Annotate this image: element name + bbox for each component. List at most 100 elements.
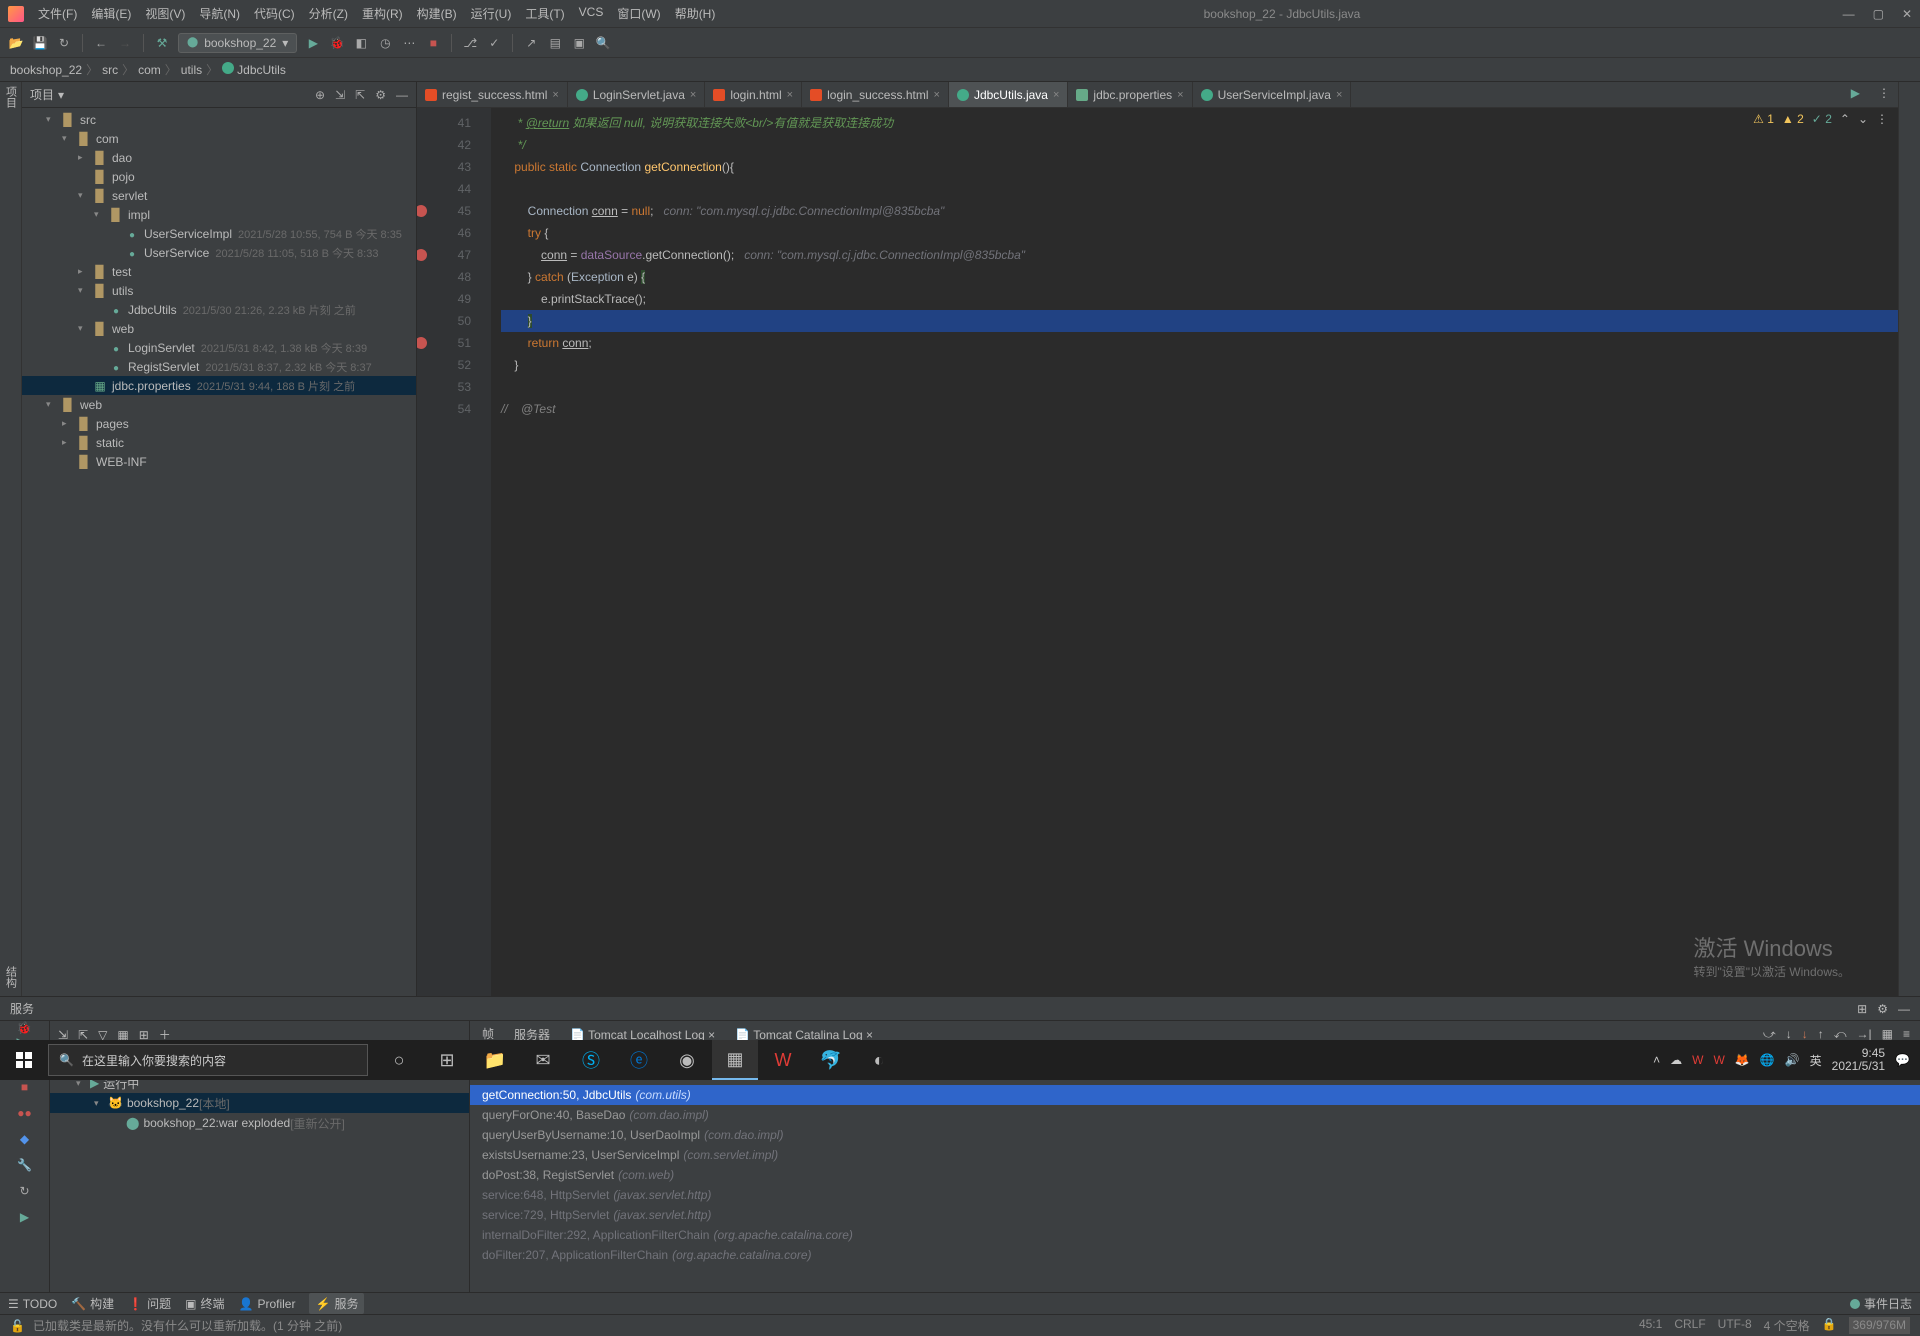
structure-tool-button[interactable]: 结构	[3, 966, 19, 988]
indent[interactable]: 4 个空格	[1764, 1317, 1810, 1334]
menu-item[interactable]: 构建(B)	[411, 2, 463, 25]
taskbar-search[interactable]: 🔍 在这里输入你要搜索的内容	[48, 1044, 368, 1076]
menu-item[interactable]: 窗口(W)	[611, 2, 666, 25]
explorer-icon[interactable]: 📁	[472, 1040, 518, 1080]
clock[interactable]: 9:45 2021/5/31	[1832, 1047, 1885, 1073]
debug-icon[interactable]: 🐞	[329, 35, 345, 51]
menu-item[interactable]: VCS	[573, 2, 610, 25]
menu-item[interactable]: 代码(C)	[248, 2, 301, 25]
lock-icon[interactable]: 🔓	[10, 1319, 25, 1333]
editor-tab[interactable]: LoginServlet.java×	[568, 82, 706, 107]
stack-frame[interactable]: getConnection:50, JdbcUtils(com.utils)	[470, 1085, 1920, 1105]
tree-item[interactable]: ▸▉test	[22, 262, 416, 281]
settings-icon[interactable]: 🔧	[17, 1157, 33, 1173]
menu-item[interactable]: 工具(T)	[519, 2, 570, 25]
project-tool-button[interactable]: 项目	[3, 86, 19, 108]
mute-bp-icon[interactable]: ◆	[17, 1131, 33, 1147]
back-icon[interactable]: ←	[93, 35, 109, 51]
tree-item[interactable]: ▾▉impl	[22, 205, 416, 224]
reload-icon[interactable]: ↻	[17, 1183, 33, 1199]
fold-gutter[interactable]	[477, 108, 491, 996]
tray-icon[interactable]: W	[1713, 1053, 1724, 1067]
intellij-icon[interactable]: ▦	[712, 1040, 758, 1080]
editor-tab[interactable]: JdbcUtils.java×	[949, 82, 1068, 107]
structure-icon[interactable]: ▤	[547, 35, 563, 51]
update-icon[interactable]: ↗	[523, 35, 539, 51]
notifications-icon[interactable]: 💬	[1895, 1053, 1910, 1067]
tree-item[interactable]: ▾▉src	[22, 110, 416, 129]
tree-item[interactable]: ▸▉pages	[22, 414, 416, 433]
run-gutter-icon[interactable]: ▶	[1841, 82, 1870, 107]
stack-frame[interactable]: existsUsername:23, UserServiceImpl(com.s…	[470, 1145, 1920, 1165]
event-log-button[interactable]: 事件日志	[1864, 1295, 1912, 1312]
coverage-icon[interactable]: ◧	[353, 35, 369, 51]
run-icon[interactable]: ▶	[305, 35, 321, 51]
stack-frame[interactable]: doFilter:207, ApplicationFilterChain(org…	[470, 1245, 1920, 1265]
encoding[interactable]: UTF-8	[1718, 1317, 1752, 1334]
editor-body[interactable]: ⚠ 1 ▲ 2 ✓ 2 ⌃ ⌄ ⋮ 4142434445464748495051…	[417, 108, 1898, 996]
menu-item[interactable]: 分析(Z)	[303, 2, 354, 25]
stop-icon[interactable]: ■	[17, 1079, 33, 1095]
tree-item[interactable]: ●LoginServlet2021/5/31 8:42, 1.38 kB 今天 …	[22, 338, 416, 357]
volume-icon[interactable]: 🔊	[1785, 1053, 1800, 1067]
skype-icon[interactable]: Ⓢ	[568, 1040, 614, 1080]
breakpoint-icon[interactable]	[417, 337, 427, 349]
readonly-icon[interactable]: 🔒	[1822, 1317, 1837, 1334]
search-icon[interactable]: 🔍	[595, 35, 611, 51]
breadcrumb-item[interactable]: utils	[181, 63, 202, 77]
stack-frame[interactable]: queryUserByUsername:10, UserDaoImpl(com.…	[470, 1125, 1920, 1145]
tree-item[interactable]: ●UserServiceImpl2021/5/28 10:55, 754 B 今…	[22, 224, 416, 243]
tree-item[interactable]: ▸▉static	[22, 433, 416, 452]
breadcrumb-item[interactable]: com	[138, 63, 161, 77]
todo-tab[interactable]: ☰ TODO	[8, 1297, 57, 1311]
breadcrumb-item[interactable]: JdbcUtils	[222, 62, 286, 77]
close-icon[interactable]: ✕	[1902, 7, 1912, 21]
stack-frame[interactable]: queryForOne:40, BaseDao(com.dao.impl)	[470, 1105, 1920, 1125]
gear-icon[interactable]: ⚙	[375, 88, 386, 102]
run-config-combo[interactable]: ⬤ bookshop_22 ▾	[178, 33, 297, 53]
problems-tab[interactable]: ❗ 问题	[128, 1295, 171, 1312]
stack-frame[interactable]: doPost:38, RegistServlet(com.web)	[470, 1165, 1920, 1185]
commit-icon[interactable]: ✓	[486, 35, 502, 51]
close-tab-icon[interactable]: ×	[1053, 89, 1059, 101]
more-icon[interactable]: ▣	[571, 35, 587, 51]
code-editor[interactable]: * @return 如果返回 null, 说明获取连接失败<br/>有值就是获取…	[491, 108, 1898, 996]
breadcrumb-item[interactable]: bookshop_22	[10, 63, 82, 77]
menu-item[interactable]: 编辑(E)	[85, 2, 137, 25]
editor-tab[interactable]: login.html×	[705, 82, 802, 107]
close-tab-icon[interactable]: ×	[934, 89, 940, 101]
start-button[interactable]	[0, 1040, 48, 1080]
minimize-icon[interactable]: —	[1843, 7, 1855, 21]
refresh-icon[interactable]: ↻	[56, 35, 72, 51]
tray-chevron-icon[interactable]: ˄	[1653, 1053, 1660, 1067]
menu-item[interactable]: 重构(R)	[356, 2, 409, 25]
breakpoint-icon[interactable]	[417, 249, 427, 261]
breakpoint-icon[interactable]	[417, 205, 427, 217]
editor-tab[interactable]: login_success.html×	[802, 82, 949, 107]
close-tab-icon[interactable]: ×	[1336, 89, 1342, 101]
locate-icon[interactable]: ⊕	[315, 88, 325, 102]
hide-icon[interactable]: —	[396, 88, 408, 102]
caret-position[interactable]: 45:1	[1639, 1317, 1662, 1334]
menu-item[interactable]: 视图(V)	[139, 2, 191, 25]
breadcrumb-item[interactable]: src	[102, 63, 118, 77]
onedrive-icon[interactable]: ☁	[1670, 1053, 1682, 1067]
menu-item[interactable]: 文件(F)	[32, 2, 83, 25]
breakpoints-icon[interactable]: ●●	[17, 1105, 33, 1121]
edge-icon[interactable]: ⓔ	[616, 1040, 662, 1080]
play-icon[interactable]: ▶	[17, 1209, 33, 1225]
open-icon[interactable]: 📂	[8, 35, 24, 51]
dolphin-icon[interactable]: 🐬	[808, 1040, 854, 1080]
chrome-icon[interactable]: ◉	[664, 1040, 710, 1080]
services-tree[interactable]: ▾Tomcat Server▾▶运行中▾🐱bookshop_22 [本地]⬤bo…	[50, 1049, 469, 1292]
tree-item[interactable]: ▉pojo	[22, 167, 416, 186]
expand-icon[interactable]: ⇲	[335, 88, 345, 102]
tray-icon[interactable]: W	[1692, 1053, 1703, 1067]
project-tree[interactable]: ▾▉src▾▉com▸▉dao▉pojo▾▉servlet▾▉impl●User…	[22, 108, 416, 996]
editor-tab[interactable]: jdbc.properties×	[1068, 82, 1192, 107]
attach-icon[interactable]: ⋯	[401, 35, 417, 51]
hide-icon[interactable]: —	[1898, 1002, 1910, 1016]
line-gutter[interactable]: 4142434445464748495051525354	[417, 108, 477, 996]
maximize-icon[interactable]: ▢	[1873, 7, 1884, 21]
chevron-down-icon[interactable]: ▾	[58, 88, 64, 102]
